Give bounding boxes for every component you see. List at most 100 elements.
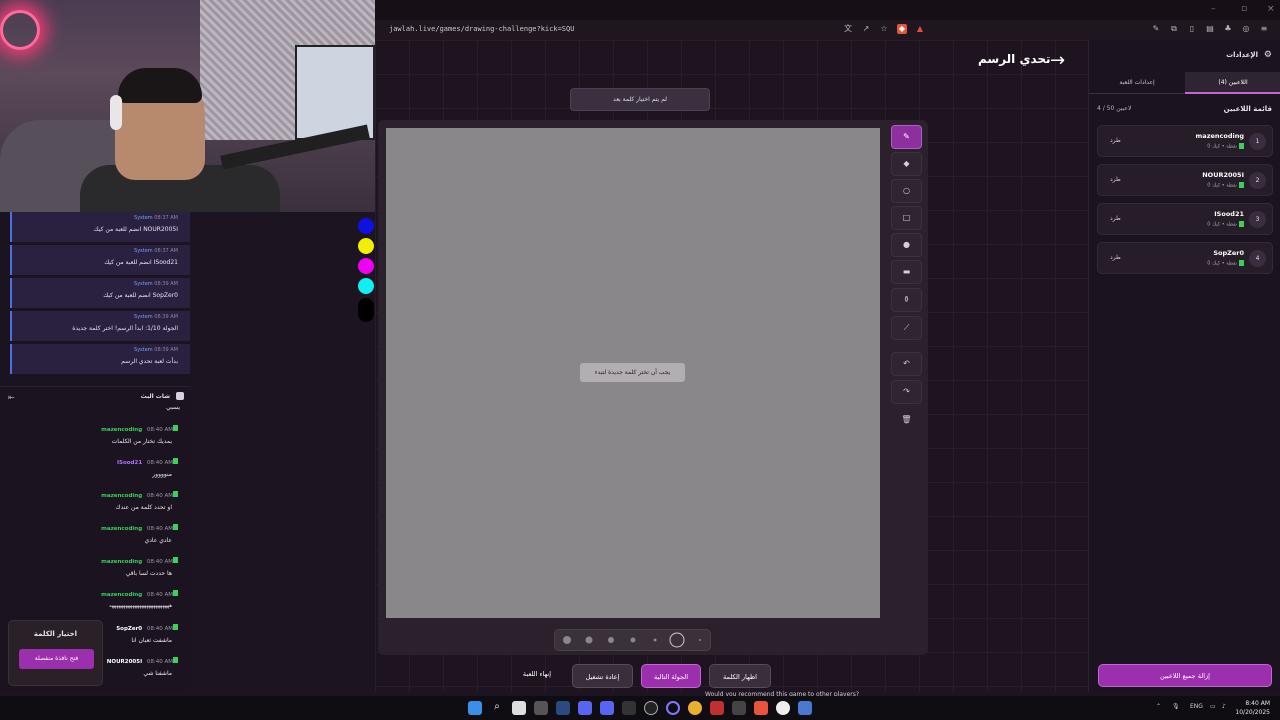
chat-message: NOUR2005I 08:40 AM ماشفنا شي — [100, 657, 180, 689]
brave-icon[interactable] — [754, 701, 768, 715]
color-swatch-blue[interactable] — [358, 218, 374, 234]
redo-icon[interactable]: ↷ — [891, 380, 922, 404]
extensions-icon[interactable]: ✎ — [1151, 24, 1161, 34]
app-icon[interactable] — [710, 701, 724, 715]
app-icon[interactable] — [776, 701, 790, 715]
reading-list-icon[interactable]: ▤ — [1205, 24, 1215, 34]
filled-rectangle-tool-icon[interactable]: ▬ — [891, 260, 922, 284]
share-icon[interactable]: ↗ — [861, 24, 871, 34]
volume-icon[interactable]: ♪ — [1222, 703, 1226, 710]
chat-message: mazencoding 08:40 AM يمديك تختار من الكل… — [0, 425, 180, 457]
trash-icon[interactable]: 🗑 — [891, 408, 922, 432]
chat-message: mazencoding 08:40 AM ها حددت لسا باقي — [0, 557, 180, 589]
rewards-icon[interactable]: ▲ — [915, 24, 925, 34]
app-icon[interactable] — [798, 701, 812, 715]
obs-icon[interactable] — [644, 701, 658, 715]
discord-icon[interactable] — [578, 701, 592, 715]
clock[interactable]: 8:40 AM 10/20/2025 — [1235, 699, 1270, 717]
kick-player-button[interactable]: طرد — [1110, 137, 1121, 144]
language-indicator[interactable]: ENG — [1190, 703, 1203, 710]
next-round-button[interactable]: الجولة التالية — [641, 664, 701, 688]
brush-size-bar — [554, 629, 711, 651]
show-word-button[interactable]: اظهار الكلمة — [709, 664, 771, 688]
eraser-tool-icon[interactable]: ◆ — [891, 152, 922, 176]
kick-player-button[interactable]: طرد — [1110, 215, 1121, 222]
back-arrow-icon[interactable]: → — [1050, 50, 1065, 71]
player-points: 0 نقطة • كيك — [1207, 260, 1244, 267]
vpn-icon[interactable]: ◎ — [1241, 24, 1251, 34]
restart-button[interactable]: إعادة تشغيل — [572, 664, 633, 688]
menu-icon[interactable]: ≡ — [1259, 24, 1269, 34]
start-icon[interactable] — [468, 701, 482, 715]
player-number: 1 — [1249, 133, 1266, 150]
app-icon[interactable] — [534, 701, 548, 715]
brush-size-md[interactable] — [608, 637, 614, 643]
pen-tool-icon[interactable]: ✎ — [891, 125, 922, 149]
brush-size-selected[interactable] — [669, 632, 685, 648]
tab-game-settings[interactable]: إعدادات اللعبة — [1089, 72, 1185, 94]
filled-circle-tool-icon[interactable]: ● — [891, 233, 922, 257]
page-title: تحدي الرسم — [978, 52, 1051, 66]
minimize-icon[interactable]: – — [1211, 4, 1216, 14]
brush-size-sm[interactable] — [630, 637, 636, 643]
maximize-icon[interactable]: ▫ — [1241, 4, 1247, 14]
color-swatch-cyan[interactable] — [358, 278, 374, 294]
translate-icon[interactable]: 文 — [843, 24, 853, 34]
fill-bucket-tool-icon[interactable]: ⚱ — [891, 288, 922, 312]
brush-size-xl[interactable] — [563, 636, 571, 644]
task-view-icon[interactable] — [512, 701, 526, 715]
app-icon[interactable] — [600, 701, 614, 715]
app-icon[interactable] — [732, 701, 746, 715]
address-bar[interactable]: jawlah.live/games/drawing-challenge?kick… — [375, 20, 1280, 40]
line-tool-icon[interactable]: ⟋ — [891, 316, 922, 340]
color-swatch-yellow[interactable] — [358, 238, 374, 254]
app-icon[interactable] — [666, 701, 680, 715]
open-separate-window-button[interactable]: فتح نافذة منفصلة — [19, 649, 94, 669]
close-icon[interactable]: × — [1267, 4, 1275, 14]
gear-icon: ⚙ — [1263, 50, 1272, 60]
players-list-title: قائمة اللاعبين — [1223, 105, 1272, 113]
color-swatch-magenta[interactable] — [358, 258, 374, 274]
brush-size-xxs[interactable] — [699, 639, 701, 641]
tray-chevron-icon[interactable]: ⌃ — [1156, 703, 1161, 710]
bookmark-icon[interactable]: ☆ — [879, 24, 889, 34]
kick-all-players-button[interactable]: إزالة جميع اللاعبين — [1098, 664, 1272, 687]
chat-fragment: يسبي — [166, 404, 180, 411]
player-points: 0 نقطة • كيك — [1207, 221, 1244, 228]
wallet-icon[interactable]: ♣ — [1223, 24, 1233, 34]
color-swatch-black[interactable] — [358, 298, 374, 322]
sidebar-toggle-icon[interactable]: ▯ — [1187, 24, 1197, 34]
url-text[interactable]: jawlah.live/games/drawing-challenge?kick… — [389, 25, 574, 33]
kick-player-button[interactable]: طرد — [1110, 176, 1121, 183]
network-icon[interactable]: ▭ — [1210, 703, 1216, 710]
app-icon[interactable] — [622, 701, 636, 715]
rectangle-tool-icon[interactable]: □ — [891, 206, 922, 230]
webcam-neon-light — [0, 10, 40, 50]
brush-size-lg[interactable] — [585, 636, 593, 644]
chat-message: mazencoding 08:40 AM ههههههههههههههههههه… — [0, 590, 180, 622]
search-icon[interactable]: ⌕ — [490, 701, 504, 715]
system-message: System 08:37 AM NOUR2005I انضم للعبة من … — [10, 212, 190, 242]
undo-icon[interactable]: ↶ — [891, 352, 922, 376]
chrome-icon[interactable] — [688, 701, 702, 715]
chat-header: شات البث ⇤ — [0, 386, 190, 406]
mic-icon[interactable]: 🎙 — [1172, 703, 1180, 710]
brave-shield-icon[interactable]: ◆ — [897, 24, 907, 34]
kick-player-button[interactable]: طرد — [1110, 254, 1121, 261]
player-points: 0 نقطة • كيك — [1207, 143, 1244, 150]
word-status-banner: لم يتم اختيار كلمة بعد — [570, 88, 710, 111]
tab-players[interactable]: اللاعبين (4) — [1185, 72, 1280, 94]
chat-menu-icon[interactable]: ⇤ — [8, 393, 15, 402]
webcam-headset — [110, 95, 122, 130]
brush-size-xs[interactable] — [653, 638, 657, 642]
end-game-button[interactable]: إنهاء اللعبة — [512, 670, 562, 678]
player-number: 3 — [1249, 211, 1266, 228]
steam-icon[interactable] — [556, 701, 570, 715]
circle-tool-icon[interactable]: ○ — [891, 179, 922, 203]
player-name: mazencoding — [1195, 132, 1244, 140]
taskbar: ⌕ ⌃ 🎙 ENG ▭ ♪ 8:40 AM 10/20/2025 — [0, 696, 1280, 720]
browser-titlebar: – ▫ × — [375, 0, 1280, 20]
chat-message: mazencoding 08:40 AM او تحدد كلمة من عند… — [0, 491, 180, 523]
webcam-overlay — [0, 0, 375, 212]
puzzle-icon[interactable]: ⧉ — [1169, 24, 1179, 34]
